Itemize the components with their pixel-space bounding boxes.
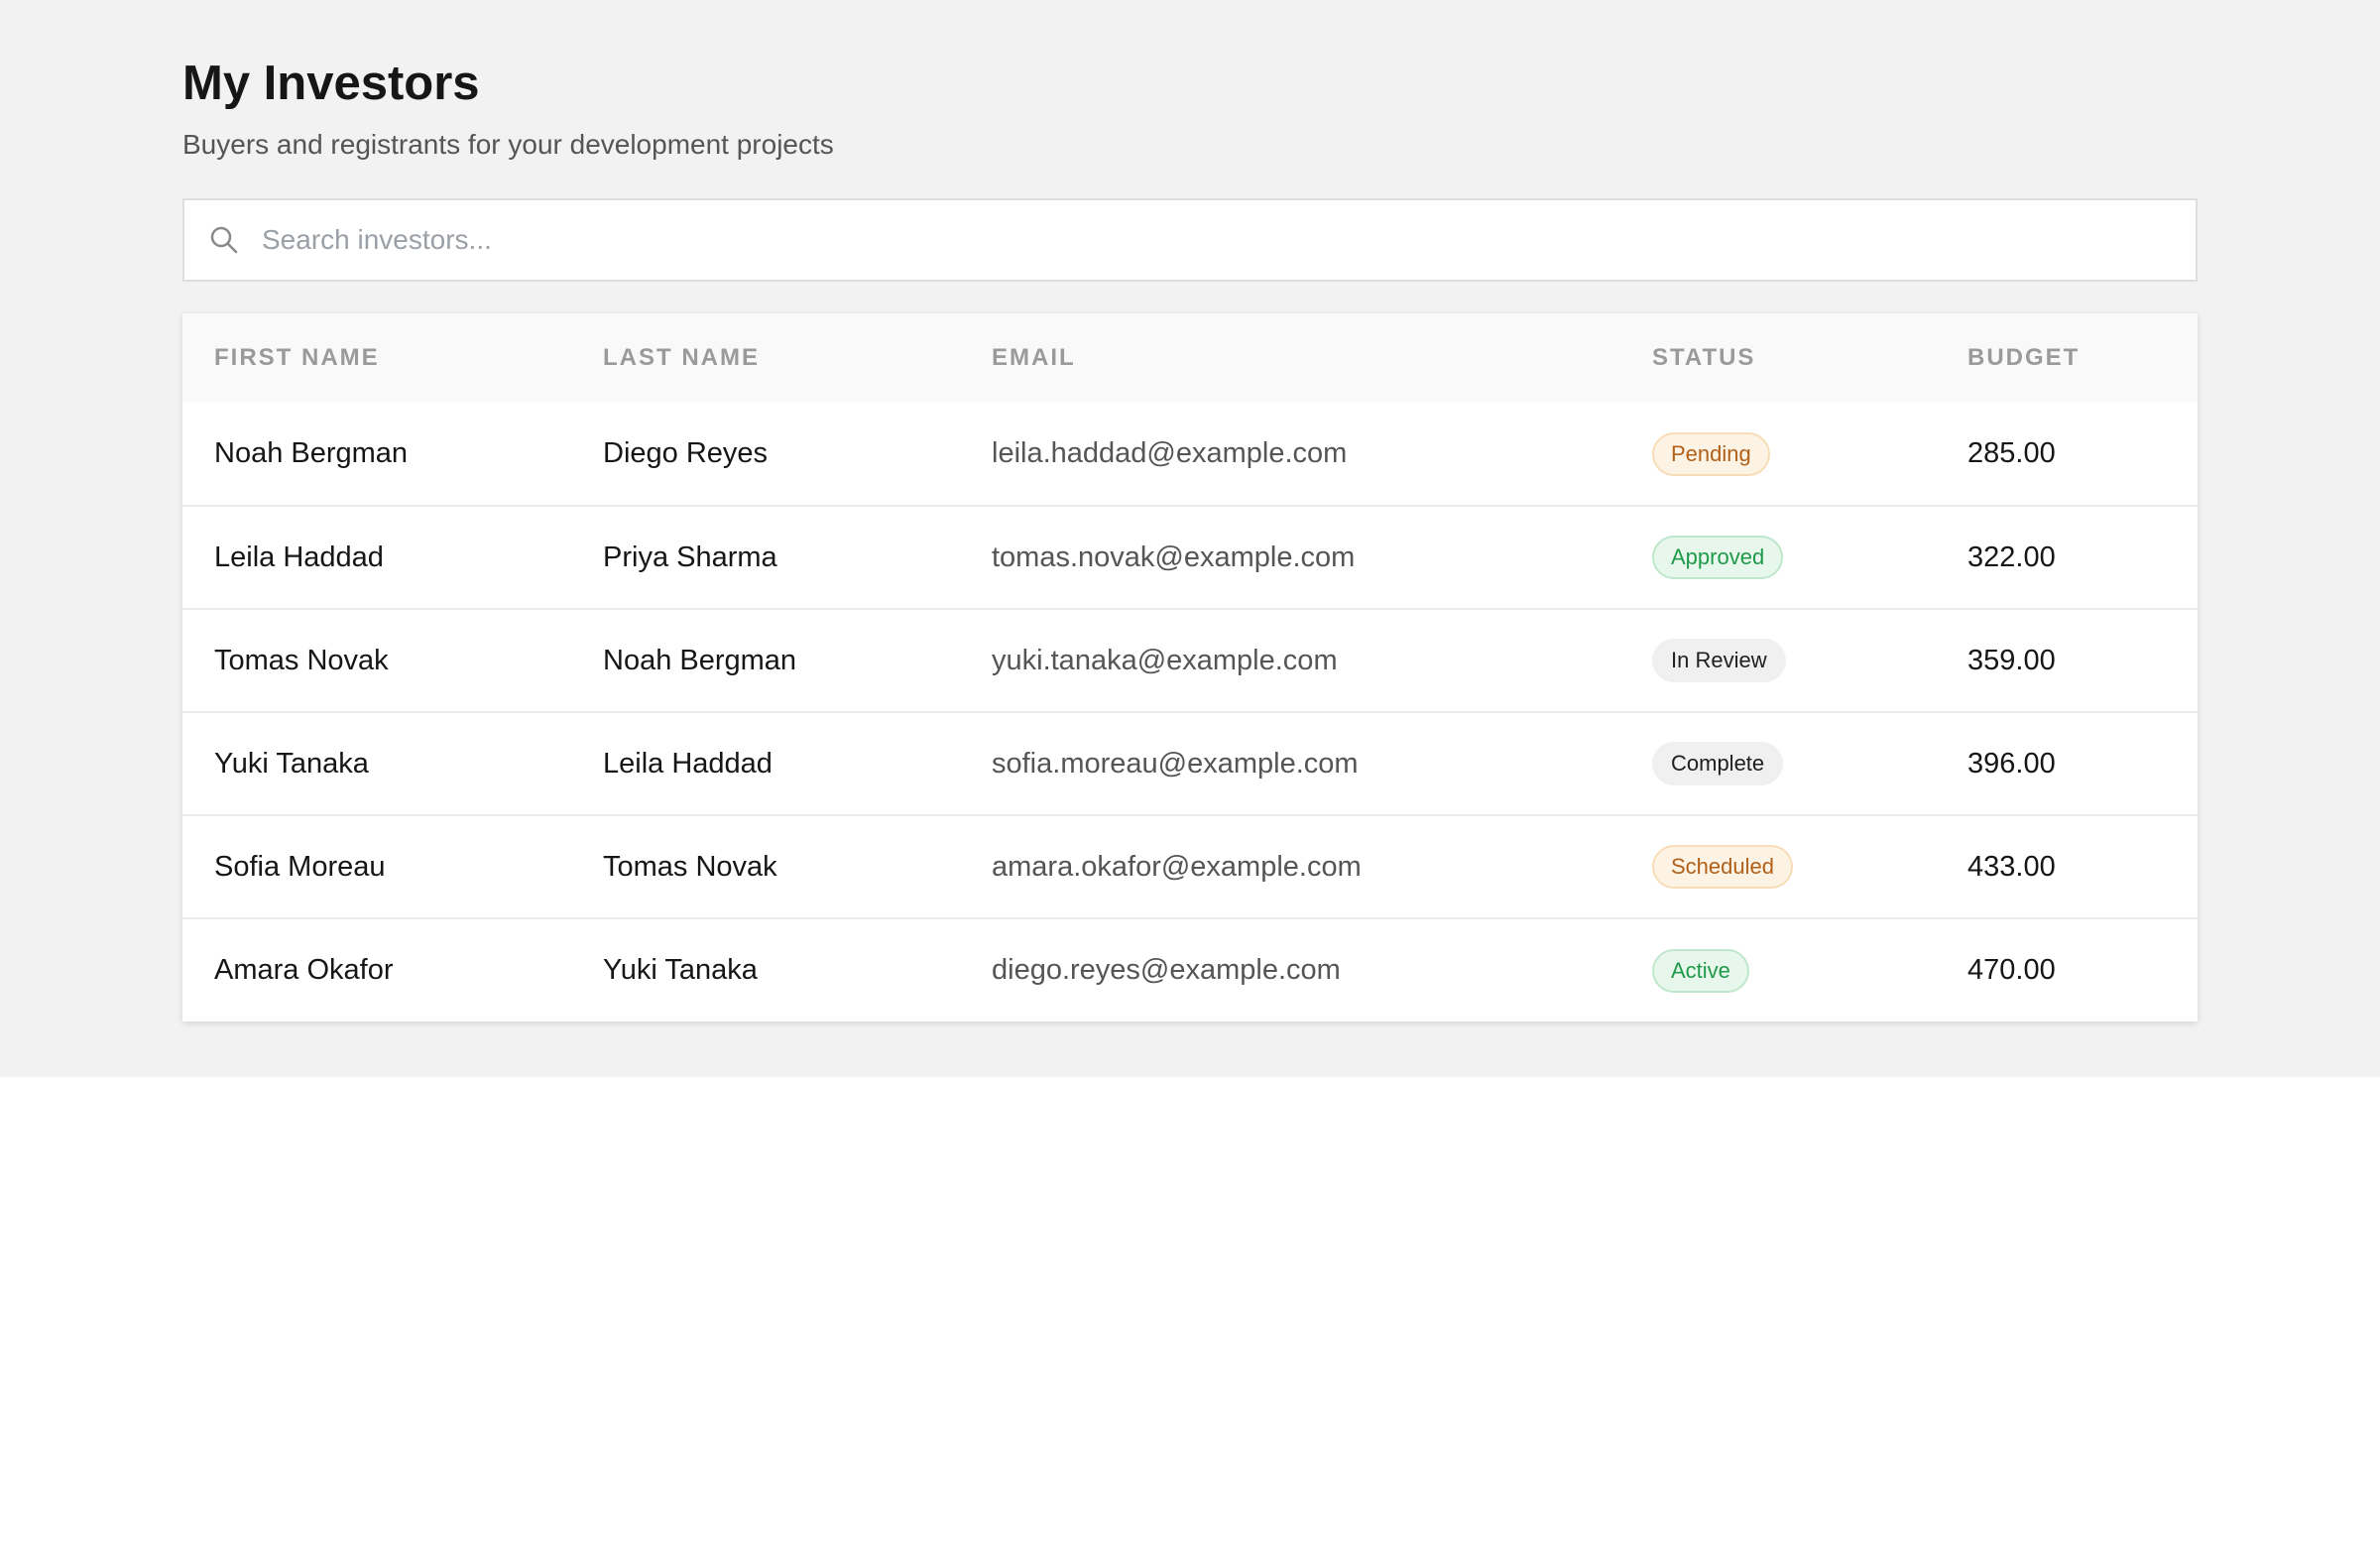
search-box[interactable] bbox=[182, 198, 2198, 282]
first-name-cell: Noah Bergman bbox=[214, 437, 409, 469]
status-cell: Scheduled bbox=[1620, 815, 1936, 918]
status-badge: Complete bbox=[1652, 742, 1784, 785]
first-name-cell: Leila Haddad bbox=[214, 541, 384, 573]
search-input[interactable] bbox=[260, 209, 2196, 271]
budget-cell: 359.00 bbox=[1967, 644, 2056, 676]
status-cell: Approved bbox=[1620, 506, 1936, 609]
page-subtitle: Buyers and registrants for your developm… bbox=[182, 129, 834, 160]
status-badge: In Review bbox=[1652, 639, 1786, 682]
last-name-cell: Leila Haddad bbox=[603, 747, 773, 780]
table-row[interactable]: Noah Bergman Diego Reyes leila.haddad@ex… bbox=[182, 403, 2198, 506]
column-header-budget[interactable]: BUDGET bbox=[1936, 313, 2198, 403]
column-header-email[interactable]: EMAIL bbox=[960, 313, 1620, 403]
column-header-status[interactable]: STATUS bbox=[1620, 313, 1936, 403]
status-cell: Pending bbox=[1620, 403, 1936, 506]
budget-cell: 433.00 bbox=[1967, 850, 2056, 883]
first-name-cell: Tomas Novak bbox=[214, 644, 389, 676]
budget-cell: 285.00 bbox=[1967, 437, 2056, 469]
column-header-last-name[interactable]: LAST NAME bbox=[571, 313, 960, 403]
email-cell: amara.okafor@example.com bbox=[992, 850, 1362, 883]
investors-table-card: FIRST NAME LAST NAME EMAIL STATUS BUDGET… bbox=[182, 313, 2198, 1022]
status-cell: Active bbox=[1620, 918, 1936, 1022]
table-row[interactable]: Tomas Novak Noah Bergman yuki.tanaka@exa… bbox=[182, 609, 2198, 712]
status-badge: Approved bbox=[1652, 536, 1784, 579]
email-cell: tomas.novak@example.com bbox=[992, 541, 1356, 573]
first-name-cell: Amara Okafor bbox=[214, 954, 394, 986]
email-cell: leila.haddad@example.com bbox=[992, 437, 1348, 469]
table-row[interactable]: Amara Okafor Yuki Tanaka diego.reyes@exa… bbox=[182, 918, 2198, 1022]
budget-cell: 322.00 bbox=[1967, 541, 2056, 573]
email-cell: yuki.tanaka@example.com bbox=[992, 644, 1338, 676]
investors-table: FIRST NAME LAST NAME EMAIL STATUS BUDGET… bbox=[182, 313, 2198, 1022]
page-title: My Investors bbox=[182, 57, 480, 110]
first-name-cell: Sofia Moreau bbox=[214, 850, 386, 883]
status-cell: Complete bbox=[1620, 712, 1936, 815]
app-container: My Investors Buyers and registrants for … bbox=[0, 0, 2380, 1077]
first-name-cell: Yuki Tanaka bbox=[214, 747, 369, 780]
email-cell: sofia.moreau@example.com bbox=[992, 747, 1359, 780]
status-cell: In Review bbox=[1620, 609, 1936, 712]
table-row[interactable]: Sofia Moreau Tomas Novak amara.okafor@ex… bbox=[182, 815, 2198, 918]
status-badge: Pending bbox=[1652, 431, 1770, 476]
status-badge: Scheduled bbox=[1652, 845, 1793, 889]
status-badge: Active bbox=[1652, 948, 1749, 993]
table-header-row: FIRST NAME LAST NAME EMAIL STATUS BUDGET bbox=[182, 313, 2198, 403]
last-name-cell: Priya Sharma bbox=[603, 541, 777, 573]
last-name-cell: Noah Bergman bbox=[603, 644, 797, 676]
last-name-cell: Diego Reyes bbox=[603, 437, 769, 469]
table-row[interactable]: Leila Haddad Priya Sharma tomas.novak@ex… bbox=[182, 506, 2198, 609]
last-name-cell: Tomas Novak bbox=[603, 850, 777, 883]
budget-cell: 470.00 bbox=[1967, 954, 2056, 986]
email-cell: diego.reyes@example.com bbox=[992, 954, 1341, 986]
last-name-cell: Yuki Tanaka bbox=[603, 954, 758, 986]
table-row[interactable]: Yuki Tanaka Leila Haddad sofia.moreau@ex… bbox=[182, 712, 2198, 815]
column-header-first-name[interactable]: FIRST NAME bbox=[182, 313, 571, 403]
budget-cell: 396.00 bbox=[1967, 747, 2056, 780]
search-icon bbox=[208, 224, 240, 256]
